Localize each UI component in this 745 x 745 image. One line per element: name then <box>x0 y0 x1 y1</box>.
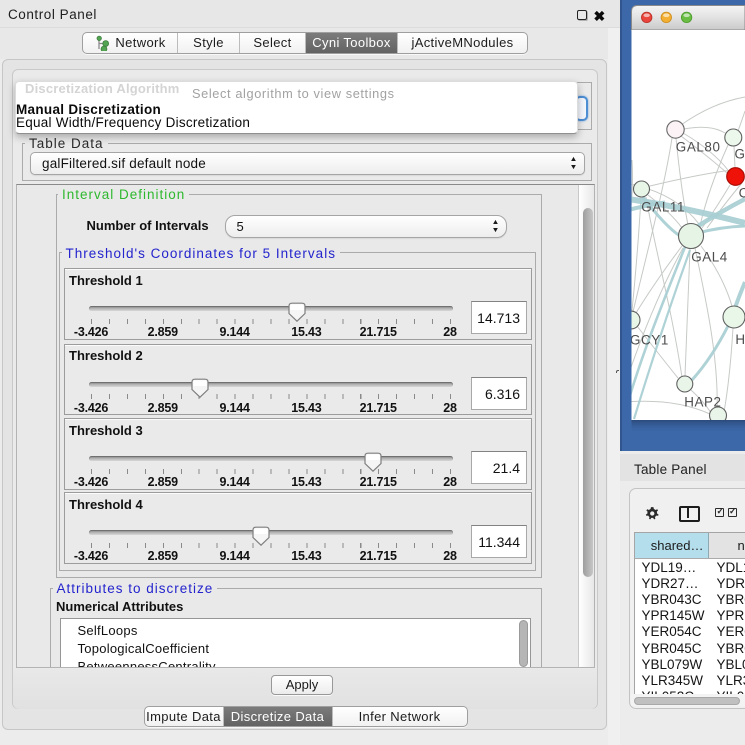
svg-text:GAL4: GAL4 <box>691 250 728 265</box>
svg-text:HAP2: HAP2 <box>684 395 721 410</box>
svg-text:C: C <box>739 186 745 201</box>
svg-text:GA: GA <box>735 147 745 162</box>
svg-text:GCY1: GCY1 <box>630 333 669 348</box>
svg-text:GAL80: GAL80 <box>676 140 721 155</box>
svg-text:GAL11: GAL11 <box>641 200 685 215</box>
svg-text:H: H <box>735 332 745 347</box>
